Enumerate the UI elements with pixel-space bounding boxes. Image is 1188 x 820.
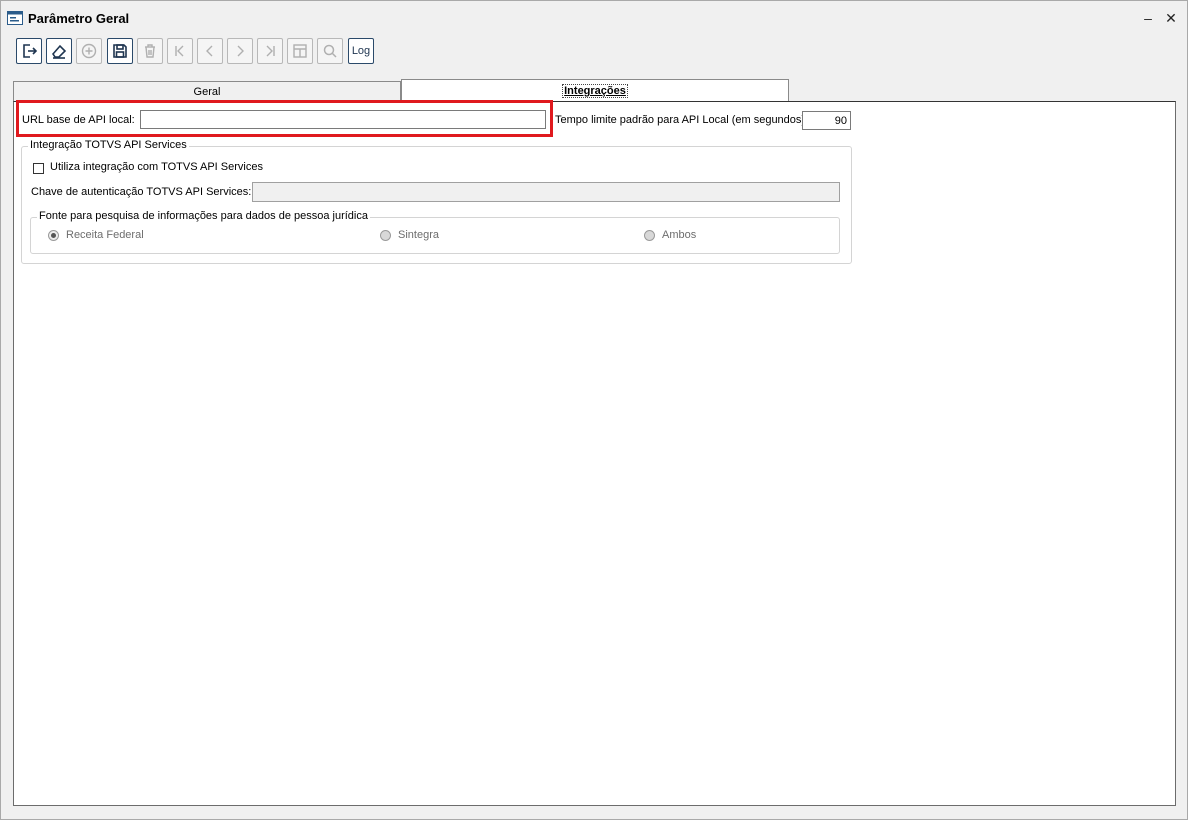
- last-record-button[interactable]: [257, 38, 283, 64]
- timeout-label: Tempo limite padrão para API Local (em s…: [555, 114, 809, 126]
- title-bar: Parâmetro Geral – ✕: [1, 1, 1187, 35]
- add-circle-icon: [81, 43, 97, 59]
- window-title: Parâmetro Geral: [28, 11, 130, 26]
- tab-geral[interactable]: Geral: [13, 81, 401, 101]
- delete-button[interactable]: [137, 38, 163, 64]
- next-record-icon: [237, 45, 244, 57]
- tab-integracoes-label: Integrações: [562, 84, 628, 98]
- grid-icon: [293, 44, 307, 58]
- eraser-icon: [51, 44, 67, 59]
- fonte-pesquisa-group-title: Fonte para pesquisa de informações para …: [37, 210, 370, 222]
- tab-geral-label: Geral: [193, 86, 221, 98]
- url-input[interactable]: [140, 110, 546, 129]
- search-button[interactable]: [317, 38, 343, 64]
- first-record-icon: [175, 45, 184, 57]
- url-label: URL base de API local:: [22, 114, 135, 126]
- tab-integracoes[interactable]: Integrações: [401, 79, 789, 102]
- app-window-icon: [7, 11, 23, 25]
- radio-ambos-label: Ambos: [662, 229, 697, 241]
- last-record-icon: [266, 45, 275, 57]
- close-button[interactable]: ✕: [1160, 8, 1182, 28]
- totvs-api-group-title: Integração TOTVS API Services: [28, 139, 189, 151]
- radio-receita-federal[interactable]: [48, 230, 59, 241]
- log-button[interactable]: Log: [348, 38, 374, 64]
- save-icon: [113, 44, 127, 58]
- use-totvs-checkbox[interactable]: [33, 163, 44, 174]
- timeout-input[interactable]: [802, 111, 851, 130]
- exit-icon: [23, 44, 38, 58]
- radio-receita-federal-label: Receita Federal: [66, 229, 144, 241]
- use-totvs-label: Utiliza integração com TOTVS API Service…: [50, 161, 263, 173]
- radio-ambos[interactable]: [644, 230, 655, 241]
- main-window: Parâmetro Geral – ✕ Log Geral Integraçõe…: [0, 0, 1188, 820]
- minimize-button[interactable]: –: [1137, 8, 1159, 28]
- add-button[interactable]: [76, 38, 102, 64]
- trash-icon: [145, 44, 155, 58]
- auth-key-input[interactable]: [252, 182, 840, 202]
- previous-record-button[interactable]: [197, 38, 223, 64]
- log-button-label: Log: [351, 45, 371, 57]
- exit-button[interactable]: [16, 38, 42, 64]
- search-icon: [323, 44, 337, 58]
- radio-sintegra-label: Sintegra: [398, 229, 439, 241]
- save-button[interactable]: [107, 38, 133, 64]
- first-record-button[interactable]: [167, 38, 193, 64]
- previous-record-icon: [206, 45, 213, 57]
- radio-sintegra[interactable]: [380, 230, 391, 241]
- grid-view-button[interactable]: [287, 38, 313, 64]
- clear-button[interactable]: [46, 38, 72, 64]
- next-record-button[interactable]: [227, 38, 253, 64]
- auth-key-label: Chave de autenticação TOTVS API Services…: [31, 186, 252, 198]
